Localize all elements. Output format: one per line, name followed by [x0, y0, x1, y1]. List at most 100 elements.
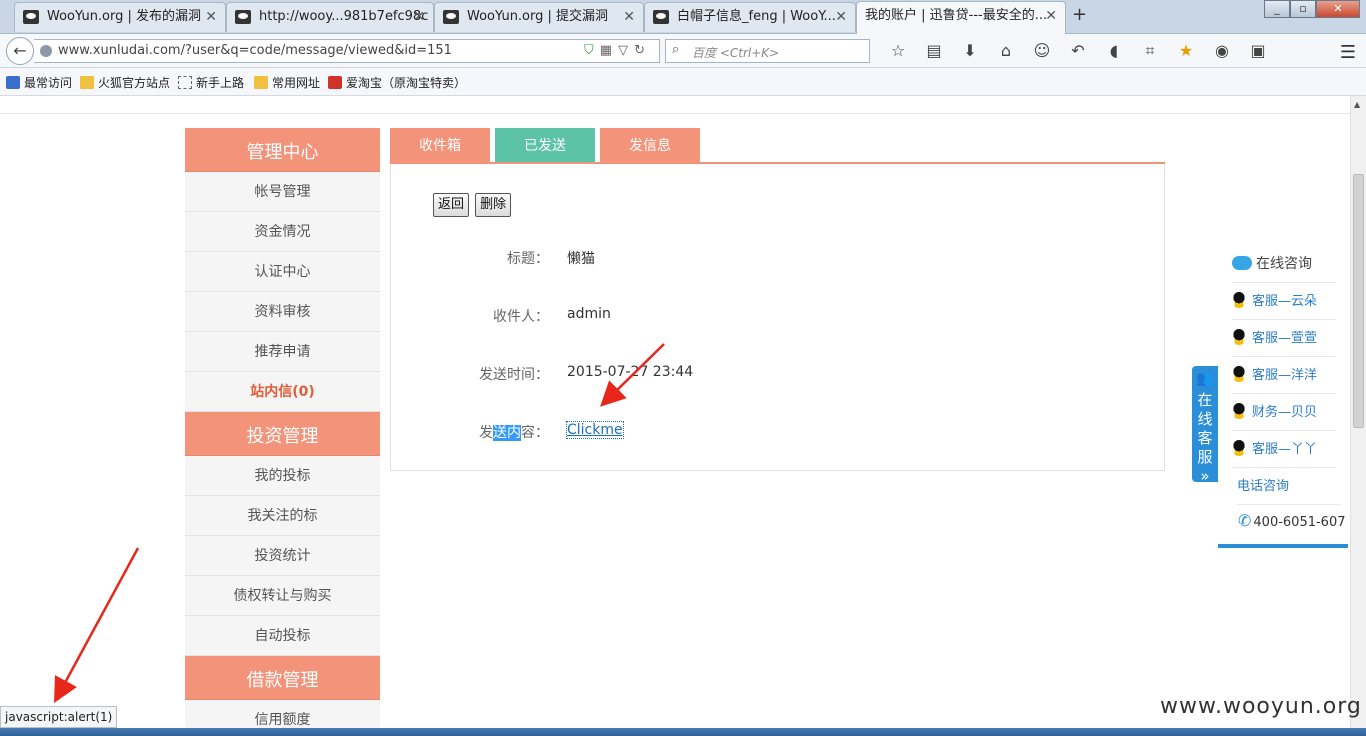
- addon-star-icon[interactable]: ★: [1168, 41, 1204, 61]
- emoji-icon[interactable]: ☺: [1024, 41, 1060, 61]
- sidebar-item-watched[interactable]: 我关注的标: [185, 496, 380, 536]
- bookmark-star-icon[interactable]: ☆: [880, 41, 916, 61]
- service-agent-item[interactable]: 客服—萱萱: [1232, 320, 1336, 357]
- sidebar-item-my-bids[interactable]: 我的投标: [185, 456, 380, 496]
- shield-icon[interactable]: ⛉: [584, 43, 600, 58]
- delete-button[interactable]: 删除: [475, 193, 512, 217]
- folder-icon: [80, 76, 94, 89]
- browser-tab-bar: WooYun.org | 发布的漏洞 ✕ http://wooy...981b7…: [0, 0, 1366, 34]
- service-agent-item[interactable]: 客服—丫丫: [1232, 431, 1336, 468]
- qq-icon: [1232, 366, 1246, 382]
- close-icon[interactable]: ✕: [835, 3, 847, 31]
- service-agent-item[interactable]: 客服—云朵: [1232, 283, 1336, 320]
- url-text[interactable]: www.xunludai.com/?user&q=code/message/vi…: [58, 43, 452, 58]
- bookmark-item[interactable]: 最常访问: [6, 74, 72, 91]
- search-icon: ⌕: [672, 42, 680, 57]
- browser-tab-title: WooYun.org | 提交漏洞: [467, 9, 609, 24]
- browser-tab-title: 我的账户 | 迅鲁贷---最安全的...: [865, 8, 1048, 23]
- title-label: 标题：: [507, 251, 549, 267]
- tab-compose[interactable]: 发信息: [600, 128, 700, 162]
- status-bar-url: javascript:alert(1): [0, 706, 118, 728]
- browser-tab-active[interactable]: 我的账户 | 迅鲁贷---最安全的... ✕: [856, 1, 1066, 34]
- content-label: 发送内容：: [479, 425, 549, 441]
- service-agent-item[interactable]: 财务—贝贝: [1232, 394, 1336, 431]
- window-controls: _ ▫ ✕: [1264, 0, 1360, 18]
- sidebar-item-referral[interactable]: 推荐申请: [185, 332, 380, 372]
- vertical-scrollbar[interactable]: ▲: [1350, 96, 1366, 728]
- sidebar-item-funds[interactable]: 资金情况: [185, 212, 380, 252]
- sidebar-item-stats[interactable]: 投资统计: [185, 536, 380, 576]
- new-tab-icon[interactable]: +: [1072, 4, 1087, 25]
- back-arrow-icon[interactable]: ←: [6, 37, 34, 65]
- address-bar[interactable]: www.xunludai.com/?user&q=code/message/vi…: [34, 39, 660, 63]
- tab-inbox[interactable]: 收件箱: [390, 128, 490, 162]
- bookmarks-bar: 最常访问 火狐官方站点 新手上路 常用网址 爱淘宝（原淘宝特卖）: [0, 68, 1366, 96]
- sidebar-item-credit[interactable]: 信用额度: [185, 700, 380, 728]
- title-value: 懒猫: [567, 251, 595, 267]
- bookmark-item[interactable]: 爱淘宝（原淘宝特卖）: [328, 74, 466, 91]
- undo-icon[interactable]: ↶: [1060, 41, 1096, 61]
- message-tabs: 收件箱 已发送 发信息: [390, 128, 1165, 164]
- qq-icon: [1232, 329, 1246, 345]
- reader-view-icon[interactable]: ▣: [1240, 41, 1276, 61]
- browser-tab-title: 白帽子信息_feng | WooY...: [677, 9, 836, 24]
- sidebar-item-review[interactable]: 资料审核: [185, 292, 380, 332]
- close-icon[interactable]: ✕: [623, 3, 635, 31]
- qq-icon: [1232, 440, 1246, 456]
- qr-code-icon[interactable]: ▦: [600, 43, 618, 58]
- browser-tab[interactable]: 白帽子信息_feng | WooY... ✕: [644, 2, 856, 32]
- browser-tab[interactable]: WooYun.org | 发布的漏洞 ✕: [14, 2, 226, 32]
- close-icon[interactable]: ✕: [413, 3, 425, 31]
- recipient-label: 收件人：: [493, 309, 549, 325]
- scroll-up-icon[interactable]: ▲: [1354, 100, 1360, 109]
- chevron-right-icon: »: [1200, 467, 1210, 485]
- service-agent-item[interactable]: 客服—洋洋: [1232, 357, 1336, 394]
- browser-tab-title: http://wooy...981b7efc98c: [259, 9, 429, 24]
- phone-number-row: ✆ 400-6051-607: [1238, 511, 1346, 530]
- reading-list-icon[interactable]: ▤: [916, 41, 952, 61]
- close-icon[interactable]: ✕: [205, 3, 217, 31]
- taobao-icon: [328, 76, 342, 89]
- minimize-icon[interactable]: _: [1264, 0, 1290, 18]
- online-service-toggle[interactable]: 👥 在线客服 »: [1192, 366, 1218, 485]
- toolbar-icons: ☆ ▤ ⬇ ⌂ ☺ ↶ ◖ ⌗ ★ ◉ ▣: [880, 41, 1276, 61]
- windows-taskbar: [0, 728, 1366, 736]
- crop-icon[interactable]: ⌗: [1132, 41, 1168, 61]
- most-visited-icon: [6, 76, 20, 89]
- sidebar-item-messages[interactable]: 站内信(0): [185, 372, 380, 412]
- search-placeholder: 百度 <Ctrl+K>: [692, 46, 780, 60]
- reload-icon[interactable]: ↻: [634, 43, 651, 58]
- tab-sent[interactable]: 已发送: [495, 128, 595, 162]
- people-icon: 👥: [1196, 371, 1214, 387]
- qq-icon: [1232, 403, 1246, 419]
- bookmark-item[interactable]: 常用网址: [254, 74, 320, 91]
- bookmark-item[interactable]: 火狐官方站点: [80, 74, 170, 91]
- volume-icon[interactable]: ◖: [1096, 41, 1132, 61]
- download-icon[interactable]: ⬇: [952, 41, 988, 61]
- browser-tab[interactable]: WooYun.org | 提交漏洞 ✕: [434, 2, 644, 32]
- phone-consult-label: 电话咨询: [1237, 468, 1341, 505]
- text-selection: 送内: [493, 425, 521, 441]
- chat-icon[interactable]: ◉: [1204, 41, 1240, 61]
- clickme-link[interactable]: Clickme: [566, 421, 624, 439]
- sidebar-group-title: 投资管理: [185, 412, 380, 456]
- sidebar-item-transfer[interactable]: 债权转让与购买: [185, 576, 380, 616]
- back-button[interactable]: 返回: [433, 193, 470, 217]
- search-box[interactable]: ⌕ 百度 <Ctrl+K>: [665, 39, 870, 63]
- window-close-icon[interactable]: ✕: [1316, 0, 1360, 18]
- divider: [0, 113, 1350, 114]
- sidebar-item-account[interactable]: 帐号管理: [185, 172, 380, 212]
- close-icon[interactable]: ✕: [1045, 2, 1057, 30]
- sidebar-item-auto-bid[interactable]: 自动投标: [185, 616, 380, 656]
- menu-icon[interactable]: ☰: [1340, 42, 1356, 63]
- bookmark-item[interactable]: 新手上路: [178, 74, 244, 91]
- dropdown-icon[interactable]: ▽: [618, 43, 634, 58]
- scrollbar-thumb[interactable]: [1353, 174, 1364, 428]
- browser-tab[interactable]: http://wooy...981b7efc98c ✕: [226, 2, 434, 32]
- recipient-value: admin: [567, 306, 611, 322]
- sidebar-group-title: 管理中心: [185, 128, 380, 172]
- maximize-icon[interactable]: ▫: [1290, 0, 1316, 18]
- wooyun-favicon-icon: [653, 10, 669, 24]
- sidebar-item-certification[interactable]: 认证中心: [185, 252, 380, 292]
- home-icon[interactable]: ⌂: [988, 41, 1024, 61]
